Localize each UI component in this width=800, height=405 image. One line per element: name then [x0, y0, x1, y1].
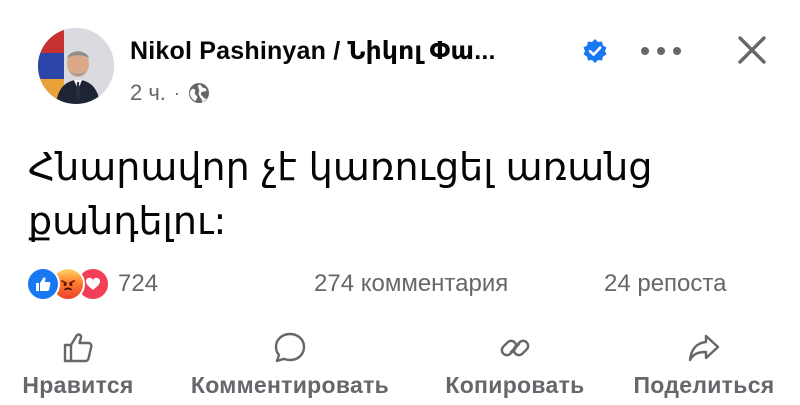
share-button[interactable]: Поделиться: [620, 330, 788, 399]
meta-separator: ·: [173, 82, 180, 103]
author-avatar[interactable]: [38, 28, 114, 104]
copy-link-button[interactable]: Копировать: [432, 330, 598, 399]
post-text: Հնարավոր չէ կառուցել առանց քանդելու:: [28, 145, 653, 243]
comment-label: Комментировать: [190, 372, 390, 398]
comment-bubble-icon: [274, 332, 306, 363]
share-label: Поделиться: [633, 372, 775, 398]
like-button[interactable]: Нравится: [10, 330, 146, 399]
reaction-count: 724: [118, 270, 159, 297]
like-reaction-icon: [26, 267, 60, 301]
share-arrow-icon: [688, 334, 720, 362]
more-dot: [673, 47, 681, 55]
more-dot: [657, 47, 665, 55]
post-meta: 2 ч. ·: [130, 80, 210, 106]
avatar-image: [38, 28, 114, 104]
verified-badge-icon: [583, 39, 607, 63]
comments-count[interactable]: 274 комментария: [314, 270, 508, 298]
link-icon: [500, 339, 530, 357]
copy-label: Копировать: [445, 372, 585, 398]
post-timestamp[interactable]: 2 ч.: [130, 80, 166, 106]
author-name[interactable]: Nikol Pashinyan / Նիկոլ Փա...: [130, 36, 496, 66]
globe-icon: [188, 83, 209, 103]
close-icon[interactable]: [736, 34, 768, 66]
comment-button[interactable]: Комментировать: [168, 330, 412, 399]
thumbs-up-icon: [63, 333, 93, 363]
more-dot: [641, 47, 649, 55]
shares-count[interactable]: 24 репоста: [604, 270, 726, 298]
post-card: Nikol Pashinyan / Նիկոլ Փա... 2 ч. · Հնա…: [0, 0, 800, 405]
more-options-button[interactable]: [641, 40, 681, 62]
reactions-summary[interactable]: 724: [26, 266, 158, 302]
like-label: Нравится: [22, 372, 134, 398]
